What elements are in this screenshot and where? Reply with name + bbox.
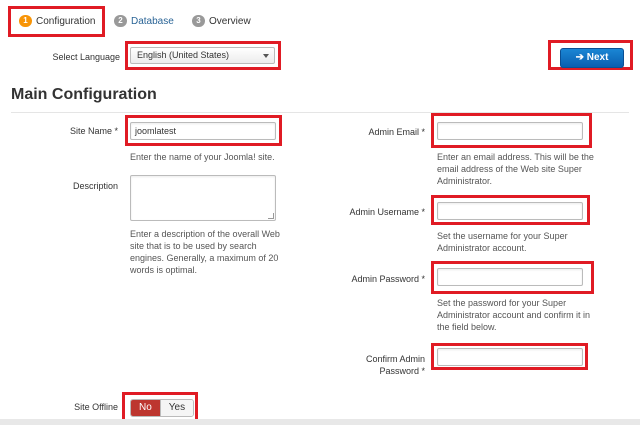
description-textarea[interactable] xyxy=(130,175,276,221)
page-title: Main Configuration xyxy=(11,86,157,103)
description-label: Description xyxy=(72,181,118,191)
language-value: English (United States) xyxy=(137,50,230,60)
chevron-down-icon xyxy=(263,54,269,58)
site-offline-yes-option[interactable]: Yes xyxy=(159,400,194,416)
admin-password-label: Admin Password * xyxy=(351,274,425,284)
site-name-label: Site Name * xyxy=(69,126,118,136)
arrow-right-icon: ➔ xyxy=(575,52,584,63)
language-label: Select Language xyxy=(52,52,120,62)
confirm-password-label: Confirm Admin Password * xyxy=(365,354,425,376)
admin-email-help: Enter an email address. This will be the… xyxy=(437,152,594,186)
site-offline-toggle[interactable]: No Yes xyxy=(130,399,195,417)
admin-username-label: Admin Username * xyxy=(349,207,425,217)
confirm-password-input[interactable] xyxy=(437,348,583,366)
language-select[interactable]: English (United States) xyxy=(130,47,275,64)
admin-username-input[interactable] xyxy=(437,202,583,220)
tab-overview[interactable]: 3 Overview xyxy=(192,14,251,28)
horizontal-scrollbar[interactable] xyxy=(0,419,640,425)
admin-email-label: Admin Email * xyxy=(368,127,425,137)
tab-database[interactable]: 2 Database xyxy=(114,14,174,28)
site-offline-no-option[interactable]: No xyxy=(131,400,160,416)
step-badge: 1 xyxy=(19,15,32,27)
step-badge: 3 xyxy=(192,15,205,27)
site-name-help: Enter the name of your Joomla! site. xyxy=(130,152,275,162)
next-button[interactable]: ➔ Next xyxy=(560,48,624,68)
tab-configuration[interactable]: 1 Configuration xyxy=(19,14,95,28)
site-offline-label: Site Offline xyxy=(74,402,118,412)
admin-password-help: Set the password for your Super Administ… xyxy=(437,298,591,332)
description-help: Enter a description of the overall Web s… xyxy=(130,229,280,275)
tab-label: Configuration xyxy=(36,15,96,27)
admin-password-input[interactable] xyxy=(437,268,583,286)
admin-username-help: Set the username for your Super Administ… xyxy=(437,231,568,253)
tab-label: Database xyxy=(131,15,174,27)
step-badge: 2 xyxy=(114,15,127,27)
admin-email-input[interactable] xyxy=(437,122,583,140)
next-label: Next xyxy=(586,52,609,63)
divider xyxy=(11,112,629,113)
site-name-input[interactable]: joomlatest xyxy=(130,122,276,140)
resize-grip-icon[interactable] xyxy=(268,213,274,219)
tab-label: Overview xyxy=(209,15,251,27)
